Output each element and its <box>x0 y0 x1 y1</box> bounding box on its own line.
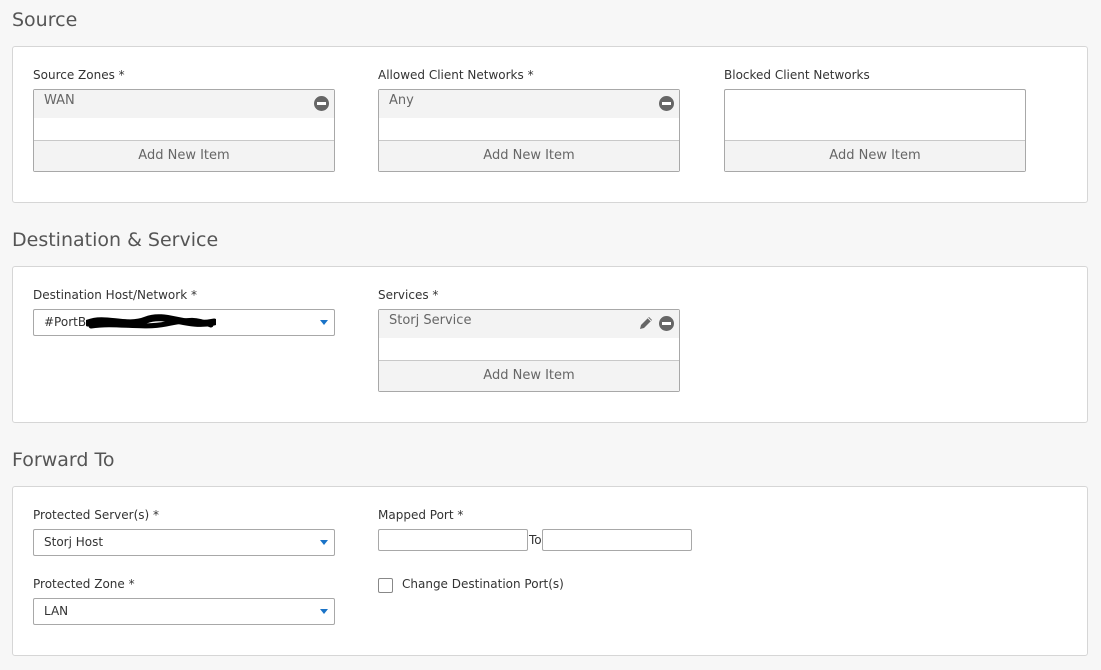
mapped-port-to-input[interactable] <box>542 529 692 551</box>
protected-servers-select[interactable]: Storj Host <box>33 529 335 556</box>
list-item-text: WAN <box>44 93 75 108</box>
list-item-text: Any <box>389 93 414 108</box>
mapped-port-from-input[interactable] <box>378 529 528 551</box>
blocked-client-networks-list: Add New Item <box>724 89 1026 172</box>
section-title-destination: Destination & Service <box>12 229 219 251</box>
mapped-port-to-label: To <box>529 533 542 547</box>
add-new-item-button[interactable]: Add New Item <box>379 360 679 391</box>
chevron-down-icon <box>320 540 328 545</box>
remove-icon[interactable] <box>659 316 674 331</box>
section-title-source: Source <box>12 9 78 31</box>
add-new-item-button[interactable]: Add New Item <box>725 140 1025 171</box>
blocked-client-networks-label: Blocked Client Networks <box>724 68 870 82</box>
add-new-item-button[interactable]: Add New Item <box>34 140 334 171</box>
add-new-item-button[interactable]: Add New Item <box>379 140 679 171</box>
pencil-icon[interactable] <box>638 315 654 331</box>
services-label: Services * <box>378 288 439 302</box>
protected-servers-label: Protected Server(s) * <box>33 508 160 522</box>
destination-host-label: Destination Host/Network * <box>33 288 197 302</box>
change-destination-port-checkbox[interactable] <box>378 578 393 593</box>
protected-zone-value: LAN <box>44 604 69 618</box>
change-destination-port-label: Change Destination Port(s) <box>402 577 564 591</box>
allowed-client-networks-list: Any Add New Item <box>378 89 680 172</box>
list-item[interactable]: Any <box>379 90 679 118</box>
services-list: Storj Service Add New Item <box>378 309 680 392</box>
protected-zone-label: Protected Zone * <box>33 577 135 591</box>
forward-panel: Protected Server(s) * Storj Host Mapped … <box>12 486 1088 656</box>
protected-zone-select[interactable]: LAN <box>33 598 335 625</box>
source-panel: Source Zones * WAN Add New Item Allowed … <box>12 46 1088 203</box>
source-zones-label: Source Zones * <box>33 68 125 82</box>
list-item[interactable]: WAN <box>34 90 334 118</box>
source-zones-list: WAN Add New Item <box>33 89 335 172</box>
destination-host-value: #PortB: <box>44 315 91 329</box>
destination-panel: Destination Host/Network * #PortB: Servi… <box>12 266 1088 423</box>
destination-host-select[interactable]: #PortB: <box>33 309 335 336</box>
protected-servers-value: Storj Host <box>44 535 104 549</box>
remove-icon[interactable] <box>314 96 329 111</box>
section-title-forward-to: Forward To <box>12 449 115 471</box>
remove-icon[interactable] <box>659 96 674 111</box>
redaction-scribble <box>86 314 216 329</box>
allowed-client-networks-label: Allowed Client Networks * <box>378 68 534 82</box>
list-item[interactable]: Storj Service <box>379 310 679 338</box>
mapped-port-label: Mapped Port * <box>378 508 464 522</box>
chevron-down-icon <box>320 609 328 614</box>
list-item-text: Storj Service <box>389 313 472 328</box>
chevron-down-icon <box>320 320 328 325</box>
